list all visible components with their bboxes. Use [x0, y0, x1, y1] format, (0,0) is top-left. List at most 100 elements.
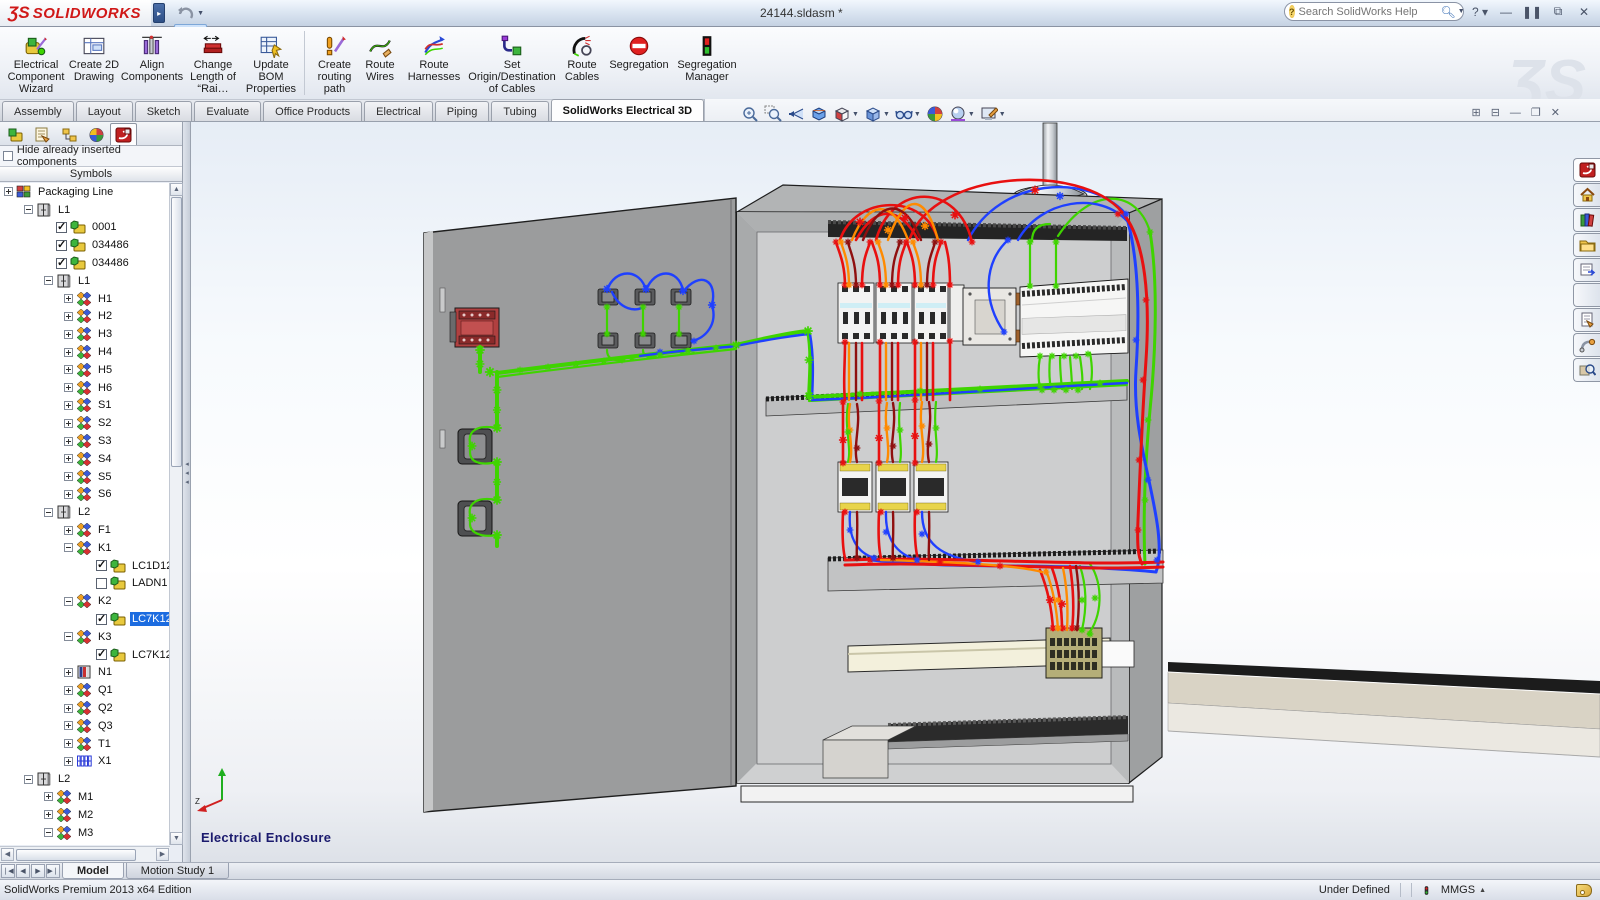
panel-splitter[interactable]: ◂◂◂ [183, 122, 191, 862]
tree-row-n1[interactable]: N1 [0, 664, 170, 682]
doc-minimize-button[interactable]: — [1510, 106, 1521, 120]
cabinet-contactors[interactable] [838, 462, 948, 512]
row-checkbox[interactable] [96, 614, 107, 625]
tree-row-l2[interactable]: L2 [0, 503, 170, 521]
scroll-right-icon[interactable]: ▶ [156, 848, 169, 861]
expand-toggle-icon[interactable] [64, 348, 73, 357]
help-search-box[interactable]: ? 🔍︎ ▼ [1284, 2, 1464, 21]
tree-row-0001[interactable]: 0001 [0, 219, 170, 237]
tree-row-h2[interactable]: H2 [0, 308, 170, 326]
tree-row-m2[interactable]: M2 [0, 806, 170, 824]
search-input[interactable] [1299, 6, 1441, 18]
taskpane-tab-routing-library[interactable] [1573, 333, 1600, 357]
tree-row-lc7k12[interactable]: LC7K12 [0, 646, 170, 664]
zoom-to-area-button[interactable] [763, 104, 783, 124]
hide-show-items-button[interactable]: ▼ [894, 104, 922, 124]
tree-row-k2[interactable]: K2 [0, 592, 170, 610]
nav-last-icon[interactable]: ▶❘ [46, 864, 60, 878]
restore-button[interactable]: ❚❚ [1522, 5, 1542, 19]
ribbon-route-wires-button[interactable]: Route Wires [358, 31, 402, 95]
taskpane-tab-home[interactable] [1573, 183, 1600, 207]
cabinet-breakers[interactable] [838, 283, 1024, 345]
ribbon-segregation-manager-button[interactable]: Segregation Manager [672, 31, 742, 95]
doc-close-button[interactable]: ✕ [1551, 106, 1560, 120]
tag-icon[interactable] [1576, 884, 1592, 897]
tree-row-034486[interactable]: 034486 [0, 236, 170, 254]
tree-row-s6[interactable]: S6 [0, 486, 170, 504]
tab-sketch[interactable]: Sketch [135, 101, 193, 121]
tree-row-k3[interactable]: K3 [0, 628, 170, 646]
expand-toggle-icon[interactable] [64, 704, 73, 713]
tree-row-q1[interactable]: Q1 [0, 681, 170, 699]
ribbon-route-cables-button[interactable]: Route Cables [558, 31, 606, 95]
expand-toggle-icon[interactable] [64, 454, 73, 463]
tree-row-l2[interactable]: L2 [0, 770, 170, 788]
help-button[interactable]: ? ▾ [1470, 5, 1490, 19]
expand-toggle-icon[interactable] [24, 775, 33, 784]
dropdown-arrow-icon[interactable]: ▼ [197, 10, 204, 17]
tree-horizontal-scrollbar[interactable]: ◀ ▶ [0, 846, 170, 862]
tree-row-s3[interactable]: S3 [0, 432, 170, 450]
windows-button[interactable]: ⧉ [1548, 4, 1568, 19]
tile-vertical-icon[interactable]: ⊟ [1491, 106, 1500, 120]
expand-toggle-icon[interactable] [64, 632, 73, 641]
expand-toggle-icon[interactable] [64, 472, 73, 481]
tree-row-f1[interactable]: F1 [0, 521, 170, 539]
nav-next-icon[interactable]: ▶ [31, 864, 45, 878]
expand-toggle-icon[interactable] [24, 205, 33, 214]
tree-row-lc1d12[interactable]: LC1D12 [0, 557, 170, 575]
expand-toggle-icon[interactable] [64, 526, 73, 535]
expand-toggle-icon[interactable] [64, 721, 73, 730]
expand-toggle-icon[interactable] [4, 187, 13, 196]
search-dropdown-icon[interactable]: ▼ [1458, 8, 1465, 15]
taskpane-tab-custom-properties[interactable] [1573, 308, 1600, 332]
ribbon-electrical-component-wizard-button[interactable]: Electrical Component Wizard [4, 31, 68, 95]
tree-row-s2[interactable]: S2 [0, 414, 170, 432]
expand-toggle-icon[interactable] [64, 739, 73, 748]
row-checkbox[interactable] [56, 258, 67, 269]
row-checkbox[interactable] [96, 649, 107, 660]
tree-row-m3[interactable]: M3 [0, 824, 170, 842]
expand-toggle-icon[interactable] [64, 490, 73, 499]
tree-row-ladn1[interactable]: LADN1 [0, 575, 170, 593]
expand-toggle-icon[interactable] [64, 419, 73, 428]
tree-row-m1[interactable]: M1 [0, 788, 170, 806]
tree-row-packaging-line[interactable]: Packaging Line [0, 183, 170, 201]
tab-solidworks-electrical-3d[interactable]: SolidWorks Electrical 3D [551, 99, 704, 121]
ribbon-set-origin-destination-of-cables-button[interactable]: Set Origin/Destination of Cables [466, 31, 558, 95]
dropdown-arrow-icon[interactable]: ▼ [914, 111, 921, 118]
expand-toggle-icon[interactable] [44, 792, 53, 801]
zoom-to-fit-button[interactable] [740, 104, 760, 124]
view-settings-button[interactable]: ▼ [979, 104, 1007, 124]
tree-row-k1[interactable]: K1 [0, 539, 170, 557]
dropdown-arrow-icon[interactable]: ▼ [852, 111, 859, 118]
display-style-button[interactable]: ▼ [863, 104, 891, 124]
expand-toggle-icon[interactable] [64, 383, 73, 392]
ribbon-route-harnesses-button[interactable]: Route Harnesses [402, 31, 466, 95]
ribbon-create-routing-path-button[interactable]: Create routing path [304, 31, 358, 95]
expand-toggle-icon[interactable] [44, 508, 53, 517]
tree-row-h5[interactable]: H5 [0, 361, 170, 379]
panel-tab-propertymanager[interactable] [29, 123, 56, 145]
minimize-button[interactable]: — [1496, 5, 1516, 19]
previous-view-button[interactable] [786, 104, 806, 124]
tree-row-034486[interactable]: 034486 [0, 254, 170, 272]
expand-toggle-icon[interactable] [44, 828, 53, 837]
expand-toggle-icon[interactable] [64, 294, 73, 303]
tab-office-products[interactable]: Office Products [263, 101, 362, 121]
expand-toggle-icon[interactable] [64, 401, 73, 410]
expand-toggle-icon[interactable] [64, 330, 73, 339]
nav-prev-icon[interactable]: ◀ [16, 864, 30, 878]
row-checkbox[interactable] [96, 560, 107, 571]
tree-row-s4[interactable]: S4 [0, 450, 170, 468]
scroll-thumb[interactable] [171, 197, 182, 467]
taskpane-tab-search-results[interactable] [1573, 358, 1600, 382]
panel-tab-featuremanager-design-tree[interactable] [2, 123, 29, 145]
bottom-tab-model[interactable]: Model [62, 863, 124, 879]
scroll-left-icon[interactable]: ◀ [1, 848, 14, 861]
tree-row-lc7k12[interactable]: LC7K12 [0, 610, 170, 628]
taskpane-tab-solidworks-resources[interactable] [1573, 158, 1600, 182]
tab-evaluate[interactable]: Evaluate [194, 101, 261, 121]
tree-row-s5[interactable]: S5 [0, 468, 170, 486]
view-orientation-button[interactable]: ▼ [832, 104, 860, 124]
